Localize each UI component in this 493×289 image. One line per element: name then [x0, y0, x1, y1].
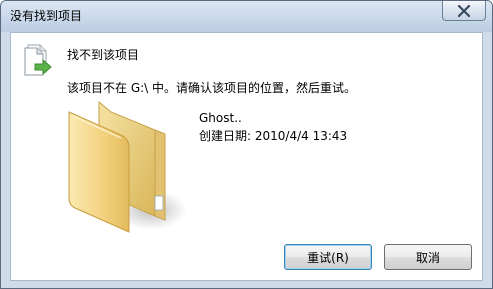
item-created-date: 创建日期: 2010/4/4 13:43	[199, 129, 348, 143]
dialog-message: 该项目不在 G:\ 中。请确认该项目的位置，然后重试。	[67, 81, 357, 95]
dialog-heading: 找不到该项目	[67, 48, 140, 62]
file-moved-icon	[24, 44, 52, 76]
dialog-content: 找不到该项目 该项目不在 G:\ 中。请确认该项目的位置，然后重试。 Ghost…	[10, 32, 483, 281]
title-bar[interactable]: 没有找到项目	[1, 1, 492, 32]
folder-icon	[68, 100, 187, 233]
close-button[interactable]	[442, 1, 486, 21]
dialog-window: 没有找到项目 找不到该项目 该项目不在 G:\ 中。请确认该项目的位置，然后重试…	[0, 0, 493, 289]
retry-button[interactable]: 重试(R)	[284, 244, 372, 270]
close-icon	[457, 4, 471, 17]
window-title: 没有找到项目	[10, 9, 83, 23]
cancel-button[interactable]: 取消	[384, 244, 472, 270]
item-name: Ghost..	[199, 111, 242, 125]
